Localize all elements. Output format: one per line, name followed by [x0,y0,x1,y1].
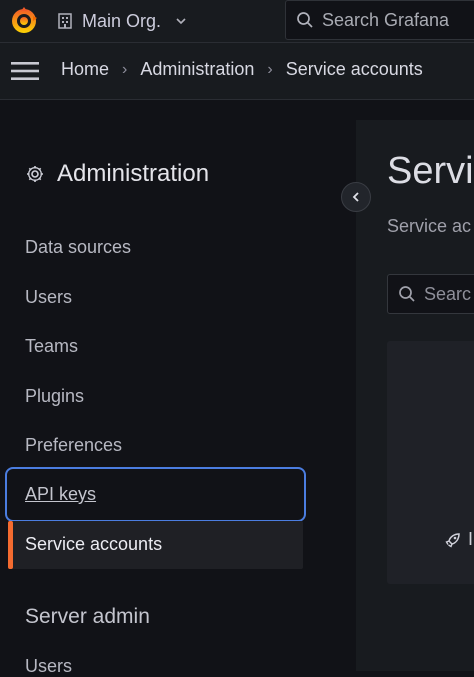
breadcrumb-service-accounts[interactable]: Service accounts [286,59,423,80]
search-icon [399,286,415,302]
empty-state-card: I [387,341,474,584]
search-input[interactable]: Search Grafana [285,0,474,40]
sidebar-title: Administration [25,160,209,188]
building-icon [58,13,72,29]
sidebar-item-api-keys[interactable]: API keys [25,484,96,505]
chevron-down-icon [176,18,186,25]
sidebar-item-data-sources[interactable]: Data sources [25,237,131,258]
sidebar-item-server-users[interactable]: Users [25,656,72,677]
breadcrumb-administration[interactable]: Administration [140,59,254,80]
grafana-logo-icon[interactable] [8,5,40,37]
active-indicator [8,521,13,569]
rocket-icon [445,532,460,548]
sidebar-item-users[interactable]: Users [25,287,72,308]
sidebar-item-plugins[interactable]: Plugins [25,386,84,407]
sidebar-section-server-admin[interactable]: Server admin [25,605,150,629]
org-name: Main Org. [82,10,162,31]
empty-state-text: I [468,529,474,549]
org-switcher[interactable]: Main Org. [56,8,187,34]
search-icon [297,12,313,28]
chevron-left-icon [352,192,359,202]
empty-state-call-to-action[interactable]: I [444,529,473,550]
gear-icon [27,166,43,182]
top-bar: Main Org. Search Grafana [0,0,474,43]
service-accounts-search-input[interactable]: Searc [387,274,474,314]
sidebar-item-teams[interactable]: Teams [25,336,78,357]
chevron-right-icon: › [267,60,273,78]
sidebar-title-text: Administration [57,160,210,187]
breadcrumb: Home › Administration › Service accounts [61,59,423,80]
chevron-right-icon: › [122,60,128,78]
sidebar-item-service-accounts[interactable]: Service accounts [25,534,162,555]
main-content: Servi Service ac Searc I [356,120,474,671]
search-placeholder: Search Grafana [322,9,450,30]
page-title: Servi [387,150,474,192]
breadcrumb-bar: Home › Administration › Service accounts [0,43,474,100]
sidebar-item-preferences[interactable]: Preferences [25,435,122,456]
collapse-sidebar-button[interactable] [341,182,371,212]
search-placeholder: Searc [424,283,472,304]
page-description: Service ac [387,216,472,236]
hamburger-icon[interactable] [11,60,39,82]
breadcrumb-home[interactable]: Home [61,59,109,80]
